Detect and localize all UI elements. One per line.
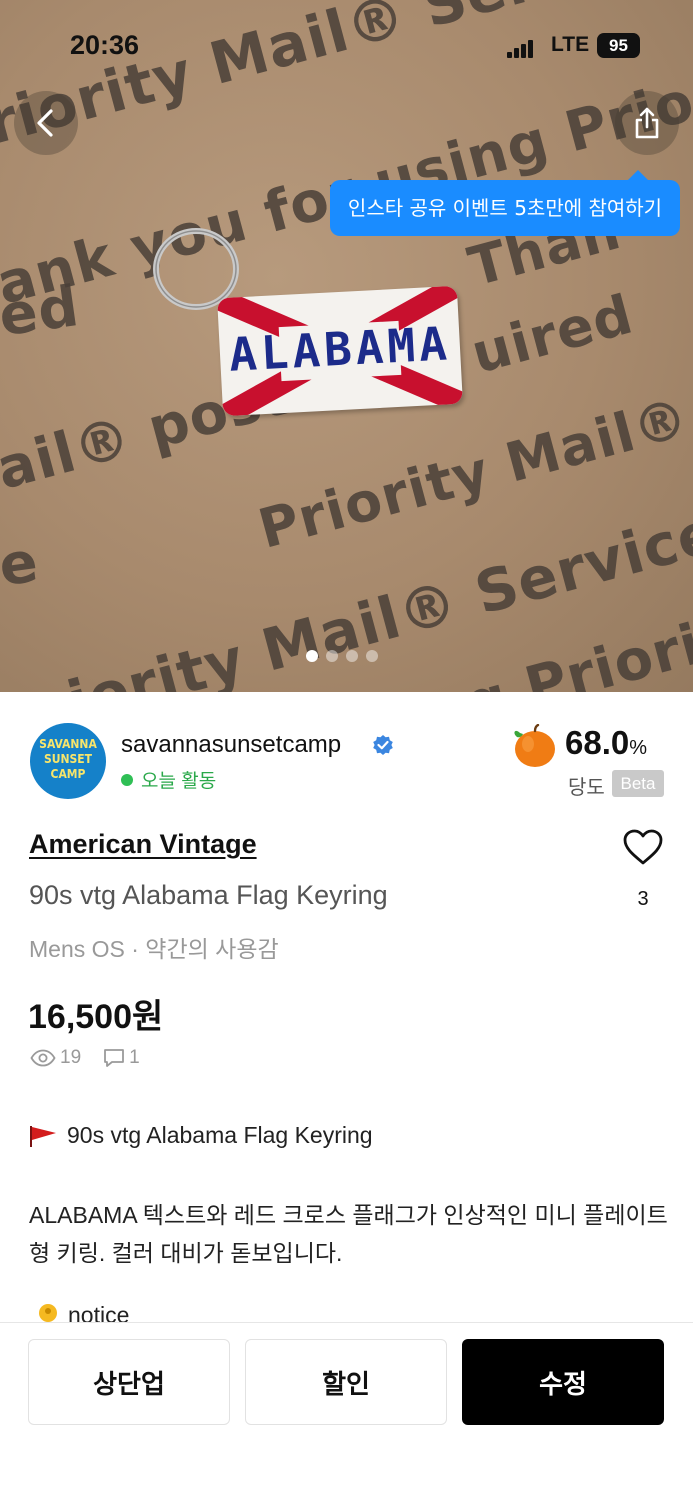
red-flag-icon: [30, 1125, 56, 1147]
online-dot-icon: [121, 773, 133, 786]
insta-share-tooltip[interactable]: 인스타 공유 이벤트 5초만에 참여하기: [330, 170, 680, 236]
status-bar: 20:36 LTE 95: [0, 30, 693, 64]
photo-text: ed: [0, 273, 84, 350]
eye-icon: [30, 1049, 56, 1067]
page-dot: [366, 650, 378, 662]
beta-badge: Beta: [612, 770, 664, 797]
avatar-text: CAMP: [50, 767, 86, 781]
sweetness-label: 당도: [568, 777, 605, 799]
view-count: 19: [60, 1047, 82, 1068]
photo-text: e: [0, 529, 43, 600]
product-meta: Mens OS · 약간의 사용감: [29, 936, 279, 962]
seller-avatar[interactable]: SAVANNA SUNSET CAMP: [30, 723, 106, 799]
key-icon: [39, 1304, 57, 1322]
page-dot: [326, 650, 338, 662]
photo-pagination: [306, 650, 378, 662]
product-title: 90s vtg Alabama Flag Keyring: [29, 880, 388, 910]
bump-button[interactable]: 상단업: [28, 1339, 230, 1425]
brand-link[interactable]: American Vintage: [29, 829, 257, 860]
discount-button[interactable]: 할인: [245, 1339, 447, 1425]
battery-icon: 95: [597, 33, 640, 58]
keyring-plate: ALABAMA: [217, 285, 463, 417]
headline-text: 90s vtg Alabama Flag Keyring: [67, 1122, 373, 1148]
like-count: 3: [637, 888, 649, 910]
status-time: 20:36: [70, 30, 140, 60]
sweetness-number: 68.0: [565, 724, 630, 761]
comment-icon: [104, 1049, 125, 1067]
photo-text: uired: [465, 282, 640, 386]
description-body: ALABAMA 텍스트와 레드 크로스 플래그가 인상적인 미니 플레이트형 키…: [29, 1202, 668, 1266]
share-button[interactable]: [615, 91, 679, 155]
activity-label: 오늘 활동: [141, 771, 217, 792]
description-headline: 90s vtg Alabama Flag Keyring: [29, 1122, 373, 1149]
peach-icon: [514, 724, 555, 767]
page-dot: [306, 650, 318, 662]
edit-button[interactable]: 수정: [462, 1339, 664, 1425]
chevron-left-icon: [37, 109, 53, 137]
product-price: 16,500원: [28, 998, 164, 1036]
description-notice: notice: [36, 1302, 129, 1324]
heart-icon[interactable]: [622, 828, 664, 866]
avatar-text: SUNSET: [43, 752, 93, 766]
signal-icon: [507, 40, 537, 58]
verified-badge-icon: [373, 735, 393, 755]
sweetness-unit: %: [629, 737, 648, 759]
network-type: LTE: [551, 33, 590, 56]
seller-activity: 오늘 활동: [121, 766, 216, 793]
comment-count: 1: [129, 1047, 140, 1068]
sweetness-score[interactable]: 68.0%: [565, 724, 647, 762]
page-dot: [346, 650, 358, 662]
seller-name[interactable]: savannasunsetcamp: [121, 731, 341, 759]
product-photo[interactable]: riority Mail® Service ank you for using …: [0, 0, 693, 692]
share-icon: [635, 107, 659, 139]
avatar-text: SAVANNA: [39, 737, 97, 751]
back-button[interactable]: [14, 91, 78, 155]
bottom-action-bar: 상단업 할인 수정: [0, 1322, 693, 1500]
notice-text: notice: [68, 1302, 130, 1324]
product-stats: 19 1: [30, 1047, 140, 1069]
